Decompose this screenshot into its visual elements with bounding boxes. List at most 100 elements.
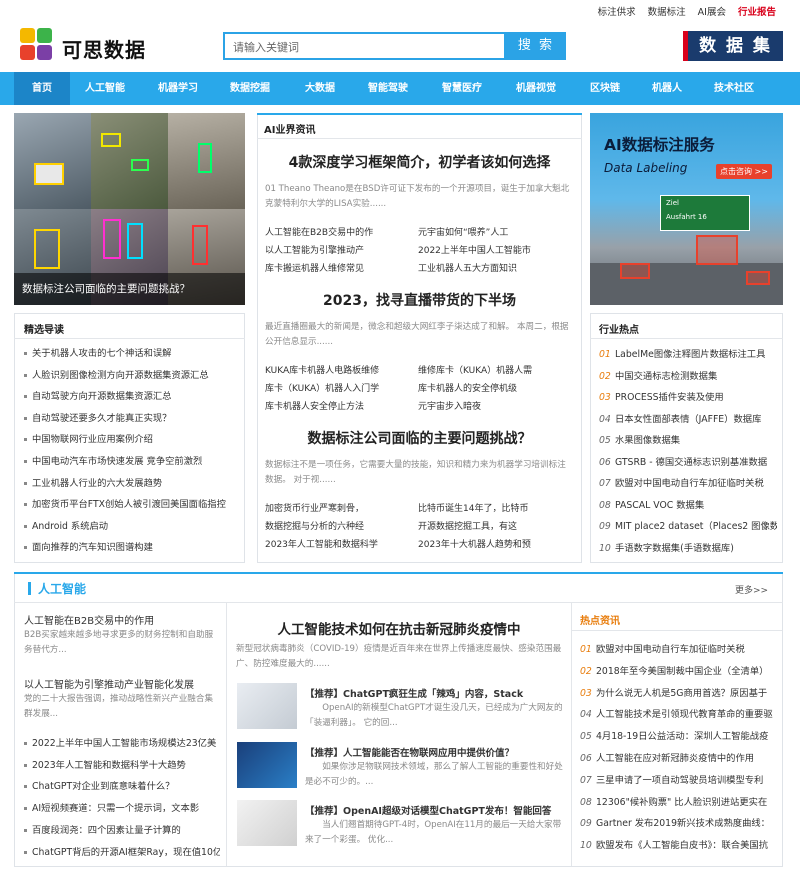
ai-hot-list-item[interactable]: 09 Gartner 发布2019新兴技术成熟度曲线：: [580, 815, 777, 829]
selected-list-item[interactable]: 自动驾驶方向开源数据集资源汇总: [24, 388, 239, 402]
top-link-expo[interactable]: AI展会: [698, 4, 726, 18]
nav-blockchain[interactable]: 区块链: [574, 72, 636, 105]
news-headline[interactable]: 2023，找寻直播带货的下半场: [262, 290, 577, 310]
nav-driving[interactable]: 智能驾驶: [352, 72, 424, 105]
labeling-ad[interactable]: AI数据标注服务 Data Labeling 点击咨询 >> Ziel Ausf…: [590, 113, 783, 305]
news-link[interactable]: 比特币诞生14年了，比特币: [418, 501, 563, 514]
story-title[interactable]: 【推荐】OpenAI超级对话模型ChatGPT发布！智能回答: [305, 803, 563, 817]
selected-item-text: 关于机器人攻击的七个神话和误解: [32, 348, 172, 359]
story-title[interactable]: 【推荐】人工智能能否在物联网应用中提供价值？: [305, 745, 563, 759]
nav-datamining[interactable]: 数据挖掘: [214, 72, 286, 105]
ai-hot-list-item[interactable]: 01 欧盟对中国电动自行车加征临时关税: [580, 641, 777, 655]
selected-list-item[interactable]: 面向推荐的汽车知识图谱构建: [24, 539, 239, 553]
nav-robot[interactable]: 机器人: [636, 72, 698, 105]
top-link-labeling[interactable]: 数据标注: [648, 4, 686, 18]
ai-hot-list-item[interactable]: 10 欧盟发布《人工智能白皮书》：联合美国抗: [580, 837, 777, 851]
news-link[interactable]: 数据挖掘与分析的六种经: [265, 519, 410, 532]
selected-list-item[interactable]: Android 系统启动: [24, 518, 239, 532]
ai-left-item-text: AI短视频赛道：只需一个提示词，文本影: [32, 803, 200, 815]
selected-list-item[interactable]: 关于机器人攻击的七个神话和误解: [24, 345, 239, 359]
ai-left-list-item[interactable]: 百度段润尧：四个因素让量子计算的: [24, 822, 220, 836]
selected-list-item[interactable]: 自动驾驶还要多久才能真正实现？: [24, 410, 239, 424]
nav-vision[interactable]: 机器视觉: [500, 72, 572, 105]
nav-ai[interactable]: 人工智能: [70, 72, 140, 105]
news-link[interactable]: KUKA库卡机器人电路板维修: [265, 363, 410, 376]
top-link-report[interactable]: 行业报告: [738, 4, 776, 18]
bullet-icon: [24, 742, 27, 745]
selected-item-text: 面向推荐的汽车知识图谱构建: [32, 542, 153, 554]
news-link[interactable]: 库卡机器人安全停止方法: [265, 399, 410, 412]
news-link[interactable]: 元宇宙步入暗夜: [418, 399, 563, 412]
news-link[interactable]: 2023年人工智能和数据科学: [265, 537, 410, 550]
hot-list-item[interactable]: 08 PASCAL VOC 数据集: [599, 497, 777, 511]
news-link[interactable]: 2023年十大机器人趋势和预: [418, 537, 563, 550]
hero-slider[interactable]: 数据标注公司面临的主要问题挑战？: [14, 113, 245, 305]
hot-list-item[interactable]: 05 水果图像数据集: [599, 432, 777, 446]
nav-bigdata[interactable]: 大数据: [288, 72, 352, 105]
hero-image-3: [168, 113, 245, 209]
selected-list-item[interactable]: 中国电动汽车市场快速发展 竞争空前激烈: [24, 453, 239, 467]
ad-cta[interactable]: 点击咨询 >>: [716, 164, 772, 179]
news-link[interactable]: 元宇宙如何“喂养”人工: [418, 225, 563, 238]
hero-caption[interactable]: 数据标注公司面临的主要问题挑战？: [22, 281, 190, 296]
ai-left-list-item[interactable]: ChatGPT对企业到底意味着什么？: [24, 778, 220, 792]
selected-list-item[interactable]: 加密货币平台FTX创始人被引渡回美国面临指控: [24, 496, 239, 510]
selected-list-item[interactable]: 中国物联网行业应用案例介绍: [24, 431, 239, 445]
ai-left-item-text: 百度段润尧：四个因素让量子计算的: [32, 824, 181, 836]
news-headline[interactable]: 4款深度学习框架简介，初学者该如何选择: [262, 152, 577, 172]
hot-list-item[interactable]: 04 日本女性面部表情（JAFFE）数据库: [599, 411, 777, 425]
hot-list-item[interactable]: 01 LabelMe图像注释图片数据标注工具: [599, 346, 777, 360]
news-headline[interactable]: 数据标注公司面临的主要问题挑战？: [262, 428, 577, 448]
ai-hot-list-item[interactable]: 04 人工智能技术是引领现代教育革命的重要驱: [580, 706, 777, 720]
news-link[interactable]: 库卡搬运机器人维修常见: [265, 261, 410, 274]
nav-community[interactable]: 技术社区: [698, 72, 770, 105]
hot-list-item[interactable]: 09 MIT place2 dataset（Places2 图像数: [599, 518, 777, 532]
nav-home[interactable]: 首页: [14, 72, 70, 105]
search-button[interactable]: 搜 索: [506, 32, 566, 60]
dataset-banner[interactable]: 数 据 集: [683, 31, 783, 61]
top-link-supply[interactable]: 标注供求: [598, 4, 636, 18]
ai-hot-item-text: 12306"候补购票" 比人脸识别进站更实在: [596, 796, 768, 808]
selected-list-item[interactable]: 人脸识别图像检测方向开源数据集资源汇总: [24, 367, 239, 381]
hot-list-item[interactable]: 06 GTSRB - 德国交通标志识别基准数据: [599, 454, 777, 468]
ai-more-link[interactable]: 更多>>: [735, 583, 768, 596]
ai-left-list-item[interactable]: AI短视频赛道：只需一个提示词，文本影: [24, 800, 220, 814]
ai-feature-title[interactable]: 人工智能在B2B交易中的作用: [24, 612, 220, 627]
ai-hot-list-item[interactable]: 03 为什么说无人机是5G商用首选？原因基于: [580, 685, 777, 699]
search-input[interactable]: 请输入关键词: [223, 32, 506, 60]
ai-main-headline[interactable]: 人工智能技术如何在抗击新冠肺炎疫情中: [234, 618, 564, 638]
ai-hot-list-item[interactable]: 05 4月18-19日公益活动：深圳人工智能战疫: [580, 728, 777, 742]
news-link[interactable]: 库卡（KUKA）机器人入门学: [265, 381, 410, 394]
news-link[interactable]: 以人工智能为引擎推动产: [265, 243, 410, 256]
story-thumbnail[interactable]: [237, 800, 297, 846]
hot-list-item[interactable]: 03 PROCESS插件安装及使用: [599, 389, 777, 403]
hot-list-item[interactable]: 10 手语数字数据集(手语数据库): [599, 540, 777, 554]
ai-hot-list-item[interactable]: 06 人工智能在应对新冠肺炎疫情中的作用: [580, 750, 777, 764]
ai-feature-title[interactable]: 以人工智能为引擎推动产业智能化发展: [24, 676, 220, 691]
ai-hot-list-item[interactable]: 08 12306"候补购票" 比人脸识别进站更实在: [580, 794, 777, 808]
story-title[interactable]: 【推荐】ChatGPT疯狂生成「辣鸡」内容，Stack: [305, 686, 563, 700]
news-link[interactable]: 工业机器人五大方面知识: [418, 261, 563, 274]
selected-list-item[interactable]: 工业机器人行业的六大发展趋势: [24, 475, 239, 489]
hot-list-item[interactable]: 02 中国交通标志检测数据集: [599, 368, 777, 382]
news-link[interactable]: 加密货币行业严寒刺骨，: [265, 501, 410, 514]
news-link[interactable]: 维修库卡（KUKA）机器人需: [418, 363, 563, 376]
story-thumbnail[interactable]: [237, 742, 297, 788]
news-link[interactable]: 人工智能在B2B交易中的作: [265, 225, 410, 238]
nav-ml[interactable]: 机器学习: [142, 72, 214, 105]
site-logo[interactable]: 可思数据: [20, 28, 160, 64]
ai-hot-list-item[interactable]: 02 2018年至今美国制裁中国企业（全清单）: [580, 663, 777, 677]
ai-left-list-item[interactable]: 2023年人工智能和数据科学十大趋势: [24, 757, 220, 771]
ai-left-list-item[interactable]: 2022上半年中国人工智能市场规模达23亿美: [24, 735, 220, 749]
hot-list-item[interactable]: 07 欧盟对中国电动自行车加征临时关税: [599, 475, 777, 489]
news-link[interactable]: 开源数据挖掘工具，有这: [418, 519, 563, 532]
story-thumbnail[interactable]: [237, 683, 297, 729]
nav-medical[interactable]: 智慧医疗: [426, 72, 498, 105]
top-bar: 标注供求 数据标注 AI展会 行业报告: [0, 0, 800, 20]
hot-rank: 01: [599, 349, 611, 360]
ai-hot-list-item[interactable]: 07 三星申请了一项自动驾驶员培训模型专利: [580, 772, 777, 786]
ai-left-list-item[interactable]: ChatGPT背后的开源AI框架Ray，现在值10亿: [24, 844, 220, 858]
selected-item-text: 加密货币平台FTX创始人被引渡回美国面临指控: [32, 499, 226, 511]
news-link[interactable]: 库卡机器人的安全停机级: [418, 381, 563, 394]
news-link[interactable]: 2022上半年中国人工智能市: [418, 243, 563, 256]
